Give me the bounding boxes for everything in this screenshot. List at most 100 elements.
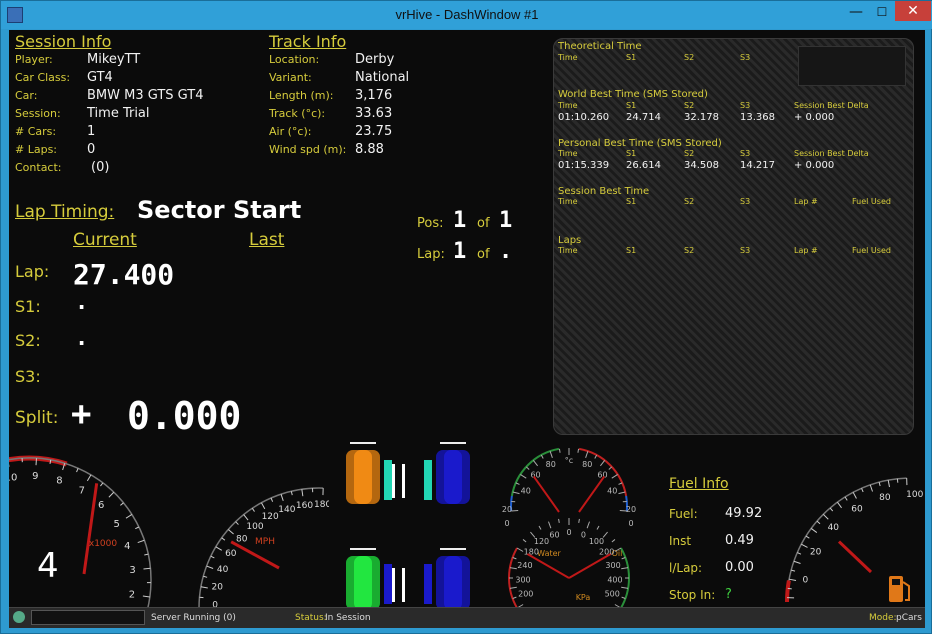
- gauge-tick-label: 300: [515, 575, 530, 584]
- gear-indicator: 4: [37, 546, 59, 586]
- fuel-row-value: ?: [725, 587, 732, 602]
- s1-label: S1:: [15, 297, 41, 316]
- world-best-title: World Best Time (SMS Stored): [558, 89, 708, 100]
- track-row-label: Variant:: [269, 71, 312, 84]
- gauge-tick-label: 80: [879, 493, 891, 503]
- session-row-value: MikeyTT: [87, 52, 141, 67]
- gauge-tick: [837, 501, 842, 509]
- gauge-tick-label: 40: [607, 486, 617, 495]
- track-row-label: Location:: [269, 53, 320, 66]
- tyre-front-right: [436, 450, 470, 504]
- panel-cell: + 0.000: [794, 160, 835, 171]
- track-info-header: Track Info: [269, 32, 347, 51]
- gauge-tick-label: 60: [549, 530, 559, 539]
- gauge-tick: [290, 491, 293, 496]
- gauge-tick-label: 20: [212, 582, 224, 592]
- title-bar[interactable]: vrHive - DashWindow #1 — ☐ ✕: [1, 1, 932, 29]
- gauge-tick-label: 120: [534, 537, 549, 546]
- gauge-tick-label: 10: [9, 473, 17, 484]
- gauge-tick: [135, 526, 140, 530]
- gauge-tick-label: 2: [129, 589, 135, 600]
- fuel-info-header: Fuel Info: [669, 476, 729, 492]
- panel-column-header: S2: [684, 53, 695, 62]
- panel-cell: 24.714: [626, 112, 661, 123]
- gauge-tick: [801, 543, 808, 548]
- gauge-tick: [100, 482, 104, 487]
- fuel-row-value: 49.92: [725, 506, 763, 521]
- gauge-tick: [585, 450, 589, 458]
- panel-column-header: Lap #: [794, 197, 818, 206]
- pressure-unit: KPa: [576, 593, 591, 602]
- track-row-value: 3,176: [355, 88, 393, 103]
- gauge-tick: [844, 496, 848, 501]
- fuel-row-value: 0.00: [725, 560, 754, 575]
- session-row-label: Player:: [15, 53, 53, 66]
- gauge-tick-label: 180: [314, 500, 329, 510]
- gauge-tick: [793, 560, 801, 564]
- gauge-tick-label: 200: [518, 590, 533, 599]
- gauge-tick-label: 5: [114, 519, 120, 530]
- gauge-tick: [215, 546, 223, 551]
- panel-column-header: S3: [740, 53, 751, 62]
- gauge-tick-label: 4: [124, 541, 130, 552]
- gauge-tick-label: 8: [56, 476, 62, 487]
- gauge-tick: [548, 521, 552, 529]
- tyre-front-left-wear-bar: [350, 442, 376, 444]
- panel-column-header: S1: [626, 149, 637, 158]
- session-row-label: # Laps:: [15, 143, 58, 156]
- panel-cell: 13.368: [740, 112, 775, 123]
- tyre-front-left: [346, 450, 380, 504]
- panel-column-header: S3: [740, 101, 751, 110]
- current-column-header: Current: [73, 230, 137, 250]
- panel-column-header: S1: [626, 197, 637, 206]
- brake-indicator: [392, 568, 395, 602]
- gauge-tick: [144, 553, 149, 556]
- temp-side-label: 20: [502, 505, 512, 514]
- gauge-tick-label: 6: [98, 500, 104, 511]
- gauge-tick: [621, 567, 629, 570]
- gauge-tick: [86, 474, 92, 482]
- panel-column-header: Session Best Delta: [794, 149, 869, 158]
- gauge-tick: [270, 497, 274, 502]
- position-value: 1: [453, 208, 467, 233]
- gauge-tick: [516, 547, 524, 552]
- panel-cell: 32.178: [684, 112, 719, 123]
- track-row-label: Air (°c):: [269, 125, 312, 138]
- session-row-value: Time Trial: [87, 106, 150, 121]
- lap-timing-header: Lap Timing:: [15, 202, 115, 222]
- gauge-tick: [76, 468, 79, 473]
- panel-cell: 14.217: [740, 160, 775, 171]
- status-label: Status:: [295, 613, 327, 623]
- gauge-tick: [210, 555, 215, 559]
- panel-column-header: S3: [740, 246, 751, 255]
- connection-icon: [13, 611, 25, 623]
- gauge-tick: [805, 535, 810, 539]
- split-value: 0.000: [127, 394, 242, 438]
- lap-count-label: Lap:: [417, 247, 445, 262]
- server-status: Server Running (0): [151, 613, 236, 623]
- maximize-button[interactable]: ☐: [869, 3, 895, 23]
- panel-column-header: Time: [558, 197, 578, 206]
- gauge-tick: [235, 521, 239, 525]
- tach-unit: x1000: [89, 539, 118, 549]
- track-row-label: Wind spd (m):: [269, 143, 347, 156]
- lap-count-total: .: [499, 239, 513, 264]
- gauge-tick: [108, 491, 115, 498]
- mode-value: pCars: [896, 613, 922, 623]
- close-button[interactable]: ✕: [895, 1, 931, 21]
- lap-label: Lap:: [15, 262, 50, 281]
- gauge-tick-label: 140: [278, 505, 295, 515]
- gauge-tick: [577, 448, 580, 453]
- minimize-button[interactable]: —: [843, 3, 869, 23]
- position-of: of: [477, 216, 490, 231]
- session-row-value: 0: [87, 142, 96, 157]
- tachometer-gauge: 109876543210x1000: [9, 455, 152, 610]
- s2-value: .: [75, 326, 89, 351]
- fuel-needle: [837, 540, 873, 574]
- brake-indicator: [402, 568, 405, 602]
- panel-column-header: Time: [558, 53, 578, 62]
- gauge-tick: [829, 507, 834, 512]
- gauge-tick: [789, 578, 797, 581]
- water-label: Water: [537, 549, 561, 558]
- panel-column-header: Fuel Used: [852, 246, 891, 255]
